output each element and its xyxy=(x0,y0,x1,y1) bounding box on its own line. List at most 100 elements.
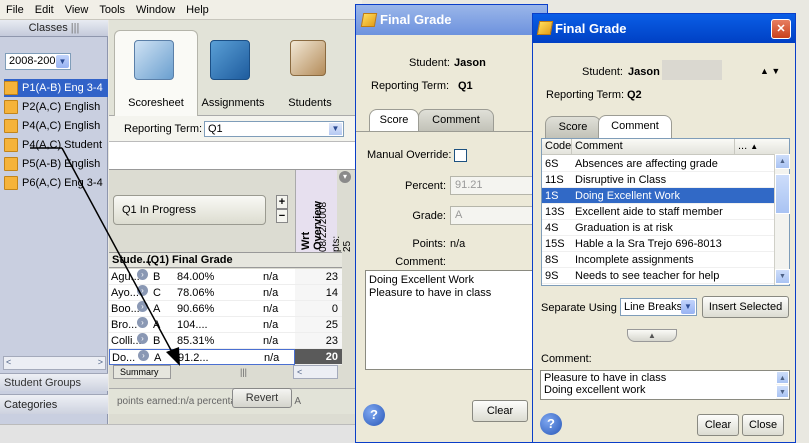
collapse-button[interactable]: − xyxy=(276,209,288,223)
scroll-down-icon[interactable]: ▼ xyxy=(776,385,789,398)
classes-header[interactable]: Classes ||| xyxy=(0,20,108,37)
class-item[interactable]: P2(A,C) English xyxy=(4,98,108,116)
chevron-down-icon: ▼ xyxy=(56,55,69,68)
table-row[interactable]: 9S Needs to see teacher for help xyxy=(542,268,775,284)
table-row[interactable]: Boo... › A 90.66% n/a xyxy=(109,301,295,317)
grade: A xyxy=(153,319,161,331)
info-icon[interactable]: › xyxy=(137,317,148,328)
scroll-down-icon[interactable]: ▼ xyxy=(775,269,790,284)
class-item[interactable]: P5(A-B) English xyxy=(4,155,108,173)
manual-override-checkbox[interactable] xyxy=(454,149,467,162)
scroll-left-icon[interactable]: < xyxy=(6,357,11,367)
class-item[interactable]: P6(A,C) Eng 3-4 xyxy=(4,174,108,192)
student-groups-section[interactable]: Student Groups xyxy=(0,373,108,391)
student-name: Jason xyxy=(454,57,486,69)
tab-comment[interactable]: Comment xyxy=(418,109,494,131)
student-nav-arrows-icon[interactable]: ▲ ▼ xyxy=(760,66,780,76)
info-icon[interactable]: › xyxy=(137,301,148,312)
comment-column-header[interactable]: Comment xyxy=(572,139,735,155)
insert-selected-button[interactable]: Insert Selected xyxy=(702,296,789,318)
comment-textarea[interactable]: Doing Excellent Work Pleasure to have in… xyxy=(365,270,548,370)
revert-button[interactable]: Revert xyxy=(232,388,292,408)
comment-textarea[interactable]: Pleasure to have in class Doing excellen… xyxy=(540,370,790,400)
year-select[interactable]: 2008-2009 ▼ xyxy=(5,53,71,70)
table-row[interactable]: Colli... › B 85.31% n/a xyxy=(109,333,295,349)
score-cell[interactable]: 23 xyxy=(295,269,342,285)
class-item[interactable]: P4(A,C) English xyxy=(4,117,108,135)
info-icon[interactable]: › xyxy=(137,333,148,344)
expand-button[interactable]: + xyxy=(276,195,288,209)
help-icon[interactable]: ? xyxy=(363,404,385,426)
student-name: Do... xyxy=(112,352,136,364)
code: 9S xyxy=(545,270,559,282)
column-menu-icon[interactable]: ▾ xyxy=(339,171,351,183)
table-row[interactable]: 13S Excellent aide to staff member xyxy=(542,204,775,220)
table-row[interactable]: Agu... › B 84.00% n/a xyxy=(109,269,295,285)
score-cell[interactable]: 25 xyxy=(295,317,342,333)
students-icon[interactable] xyxy=(290,40,326,76)
grade-field[interactable]: A xyxy=(450,206,540,225)
score-cell[interactable]: 0 xyxy=(295,301,342,317)
class-item[interactable]: P4(A,C) Student xyxy=(4,136,108,154)
tab-comment[interactable]: Comment xyxy=(598,115,672,138)
comment: Incomplete assignments xyxy=(575,254,694,266)
close-icon[interactable]: ✕ xyxy=(771,19,791,39)
table-row-selected[interactable]: 1S Doing Excellent Work xyxy=(542,188,775,204)
tab-score[interactable]: Score xyxy=(369,109,419,131)
student-column-header[interactable]: Stude... xyxy=(112,253,152,267)
menu-window[interactable]: Window xyxy=(136,4,175,16)
scroll-up-icon[interactable]: ▲ xyxy=(775,154,790,169)
comment-label: Comment: xyxy=(541,353,592,365)
menu-file[interactable]: File xyxy=(6,4,24,16)
tab-students-label[interactable]: Students xyxy=(280,97,340,109)
score-cell[interactable]: 14 xyxy=(295,285,342,301)
collapse-toggle-icon[interactable]: ▲ xyxy=(627,329,677,342)
table-row[interactable]: 4S Graduation is at risk xyxy=(542,220,775,236)
score-cell[interactable]: 23 xyxy=(295,333,342,349)
menu-help[interactable]: Help xyxy=(186,4,209,16)
resize-grip-icon[interactable]: ||| xyxy=(240,367,247,377)
comment-table-scrollbar[interactable]: ▲ ▼ xyxy=(774,154,790,285)
help-icon[interactable]: ? xyxy=(540,413,562,435)
left-horizontal-scrollbar[interactable]: < > xyxy=(3,356,106,370)
table-row[interactable]: 11S Disruptive in Class xyxy=(542,172,775,188)
table-row[interactable]: 8S Incomplete assignments xyxy=(542,252,775,268)
table-row-selected[interactable]: Do... › A 91.2... n/a xyxy=(109,349,295,365)
scroll-thumb[interactable] xyxy=(775,174,790,214)
clear-button[interactable]: Clear xyxy=(472,400,528,422)
table-row[interactable]: 6S Absences are affecting grade xyxy=(542,156,775,172)
filter-field[interactable] xyxy=(109,142,362,170)
categories-section[interactable]: Categories xyxy=(0,394,108,414)
code-column-header[interactable]: Code xyxy=(542,139,572,155)
dialog-title-bar[interactable]: Final Grade xyxy=(533,14,795,43)
scroll-right-icon[interactable]: > xyxy=(98,357,103,367)
scroll-up-icon[interactable]: ▲ xyxy=(776,371,789,384)
menu-tools[interactable]: Tools xyxy=(99,4,125,16)
comment-scrollbar[interactable]: ▲ ▼ xyxy=(776,371,789,399)
menu-view[interactable]: View xyxy=(65,4,89,16)
more-column-header[interactable]: ... ▲ xyxy=(735,139,789,155)
class-item[interactable]: P1(A-B) Eng 3-4 xyxy=(4,79,108,97)
info-icon[interactable]: › xyxy=(137,285,148,296)
term-progress-button[interactable]: Q1 In Progress xyxy=(113,195,266,225)
table-row[interactable]: Bro... › A 104.... n/a xyxy=(109,317,295,333)
tab-assignments-label[interactable]: Assignments xyxy=(198,97,268,109)
menu-edit[interactable]: Edit xyxy=(35,4,54,16)
dialog-title-bar[interactable]: Final Grade xyxy=(356,5,547,35)
separator-select[interactable]: Line Breaks ▼ xyxy=(620,298,697,316)
info-icon[interactable]: › xyxy=(138,350,149,361)
window-bottom-strip xyxy=(0,424,362,443)
assignments-icon[interactable] xyxy=(210,40,250,80)
close-button[interactable]: Close xyxy=(742,414,784,436)
grid-horizontal-scrollbar[interactable]: < xyxy=(293,365,338,379)
summary-toggle[interactable]: Summary xyxy=(113,365,171,379)
score-cell-selected[interactable]: 20 xyxy=(295,349,342,365)
clear-button[interactable]: Clear xyxy=(697,414,739,436)
info-icon[interactable]: › xyxy=(137,269,148,280)
percent-field[interactable]: 91.21 xyxy=(450,176,540,195)
table-row[interactable]: 15S Hable a la Sra Trejo 696-8013 xyxy=(542,236,775,252)
reporting-term-select[interactable]: Q1 ▼ xyxy=(204,121,344,137)
tab-score[interactable]: Score xyxy=(545,116,601,138)
final-grade-column-header[interactable]: (Q1) Final Grade xyxy=(147,253,233,267)
table-row[interactable]: Ayo... › C 78.06% n/a xyxy=(109,285,295,301)
